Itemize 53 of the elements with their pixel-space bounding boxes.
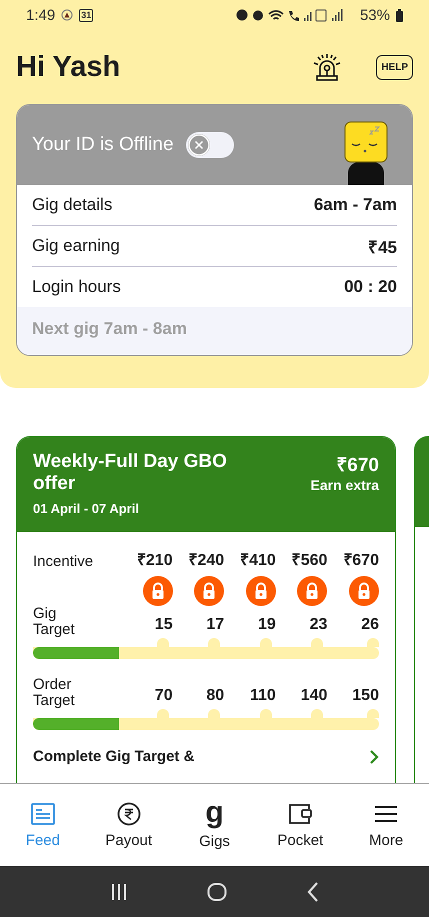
- nav-tab[interactable]: Payout: [86, 784, 172, 866]
- target-value: 150: [352, 687, 379, 705]
- incentive-amount: ₹240: [188, 551, 224, 570]
- siren-icon[interactable]: [312, 52, 342, 82]
- help-button[interactable]: HELP: [376, 54, 413, 80]
- target-label: Gig Target: [33, 606, 76, 638]
- notification-icon: [61, 9, 74, 21]
- calendar-icon: 31: [79, 8, 94, 22]
- incentive-amount: ₹410: [240, 551, 276, 570]
- back-icon[interactable]: [307, 880, 320, 902]
- detail-label: Gig details: [32, 195, 112, 215]
- detail-label: Login hours: [32, 277, 121, 297]
- offer-dates: 01 April - 07 April: [33, 501, 140, 516]
- offer-amount: ₹670: [336, 454, 379, 477]
- nav-tab[interactable]: More: [343, 784, 429, 866]
- next-gig-text: Next gig 7am - 8am: [32, 319, 187, 338]
- greeting-title: Hi Yash: [16, 50, 122, 84]
- status-time: 1:49: [26, 6, 56, 24]
- nav-tab[interactable]: Pocket: [257, 784, 344, 866]
- incentive-amount: ₹670: [343, 551, 379, 570]
- toggle-knob: [188, 134, 210, 156]
- target-value: 19: [258, 616, 276, 634]
- rupee-icon: [116, 802, 142, 826]
- nav-tab[interactable]: g Gigs: [172, 784, 258, 866]
- detail-value: 6am - 7am: [314, 195, 397, 215]
- target-value: 140: [300, 687, 328, 705]
- offer-title: Weekly-Full Day GBO offer: [33, 451, 228, 495]
- chevron-right-icon[interactable]: [369, 750, 379, 764]
- target-value: 17: [206, 616, 224, 634]
- wallet-icon: [287, 802, 314, 826]
- target-value: 110: [250, 687, 276, 705]
- target-value: 70: [154, 687, 173, 705]
- target-value: 26: [361, 616, 379, 634]
- target-value: 15: [154, 616, 173, 634]
- target-label: Order Target: [33, 677, 76, 709]
- feed-icon: [30, 802, 56, 826]
- online-toggle[interactable]: [186, 132, 234, 158]
- home-icon[interactable]: [207, 882, 228, 900]
- detail-value: ₹45: [368, 236, 397, 258]
- incentive-label: Incentive: [33, 553, 94, 570]
- incentive-amount: ₹210: [136, 551, 173, 570]
- battery-percentage: 53%: [360, 6, 390, 24]
- detail-label: Gig earning: [32, 236, 120, 256]
- status-title: Your ID is Offline: [32, 134, 174, 156]
- recent-apps-icon[interactable]: [110, 882, 128, 900]
- gigs-logo: g: [205, 800, 224, 826]
- battery-icon: [396, 8, 403, 22]
- offer-caption: Earn extra: [310, 477, 379, 493]
- incentive-amount: ₹560: [292, 551, 328, 570]
- detail-value: 00 : 20: [344, 277, 397, 297]
- target-value: 80: [206, 687, 224, 705]
- offer-footer-text: Complete Gig Target &: [33, 748, 194, 765]
- target-value: 23: [310, 616, 328, 634]
